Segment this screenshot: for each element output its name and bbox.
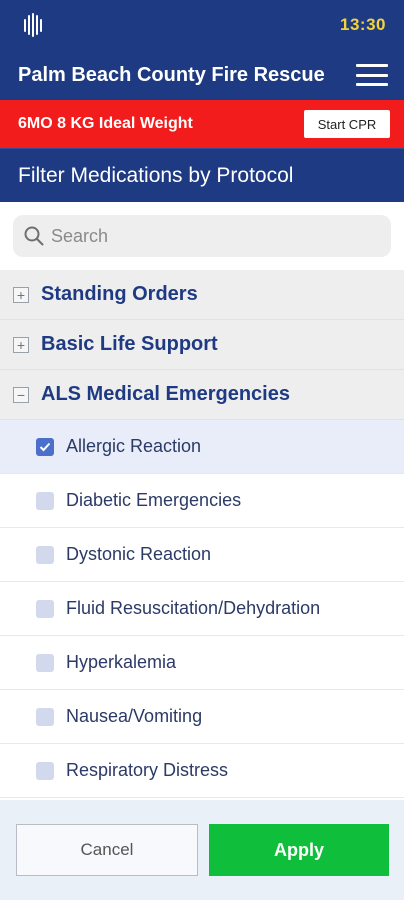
item-label: Hyperkalemia	[66, 652, 177, 672]
patient-weight-bar: 6MO 8 KG Ideal Weight Start CPR	[0, 100, 404, 148]
group-label: ALS Medical Emergencies	[41, 383, 290, 405]
search-placeholder: Search	[51, 225, 109, 246]
item-label: Diabetic Emergencies	[66, 490, 242, 510]
search-icon	[24, 226, 44, 246]
app-logo-icon	[20, 11, 46, 39]
list-item-fluid-resuscitation[interactable]: Fluid Resuscitation/Dehydration	[0, 582, 404, 636]
list-item-hyperkalemia[interactable]: Hyperkalemia	[0, 636, 404, 690]
list-item-respiratory-distress[interactable]: Respiratory Distress	[0, 744, 404, 798]
checkbox-icon[interactable]	[36, 761, 54, 780]
group-label: Basic Life Support	[41, 333, 218, 355]
item-label: Nausea/Vomiting	[66, 706, 203, 726]
cancel-button[interactable]: Cancel	[16, 824, 198, 876]
apply-button[interactable]: Apply	[209, 824, 389, 876]
app-title: Palm Beach County Fire Rescue	[18, 63, 325, 86]
app-header: Palm Beach County Fire Rescue	[0, 50, 404, 100]
filter-title: Filter Medications by Protocol	[18, 163, 294, 187]
checkbox-icon[interactable]	[36, 491, 54, 510]
patient-weight-text: 6MO 8 KG Ideal Weight	[18, 115, 193, 132]
filter-header: Filter Medications by Protocol	[0, 148, 404, 202]
group-label: Standing Orders	[41, 283, 198, 305]
group-basic-life-support[interactable]: + Basic Life Support	[0, 320, 404, 370]
list-item-allergic-reaction[interactable]: Allergic Reaction	[0, 420, 404, 474]
hamburger-menu-icon[interactable]	[356, 64, 388, 86]
expand-plus-icon: +	[13, 336, 29, 353]
collapse-minus-icon: −	[13, 386, 29, 403]
checkbox-icon[interactable]	[36, 599, 54, 618]
item-label: Dystonic Reaction	[66, 544, 212, 564]
expand-plus-icon: +	[13, 286, 29, 303]
search-container: Search	[0, 202, 404, 270]
group-als-medical-emergencies[interactable]: − ALS Medical Emergencies	[0, 370, 404, 420]
action-footer: Cancel Apply	[0, 800, 404, 900]
checkbox-icon[interactable]	[36, 545, 54, 564]
status-time: 13:30	[340, 15, 386, 34]
list-item-dystonic-reaction[interactable]: Dystonic Reaction	[0, 528, 404, 582]
list-item-diabetic-emergencies[interactable]: Diabetic Emergencies	[0, 474, 404, 528]
start-cpr-button[interactable]: Start CPR	[304, 110, 390, 138]
checkbox-icon[interactable]	[36, 707, 54, 726]
group-standing-orders[interactable]: + Standing Orders	[0, 270, 404, 320]
item-label: Fluid Resuscitation/Dehydration	[66, 598, 321, 618]
status-bar: 13:30	[0, 0, 404, 50]
checkbox-checked-icon[interactable]	[36, 437, 54, 456]
item-label: Allergic Reaction	[66, 436, 202, 456]
search-input[interactable]: Search	[13, 215, 391, 257]
list-item-nausea-vomiting[interactable]: Nausea/Vomiting	[0, 690, 404, 744]
item-label: Respiratory Distress	[66, 760, 229, 780]
checkbox-icon[interactable]	[36, 653, 54, 672]
